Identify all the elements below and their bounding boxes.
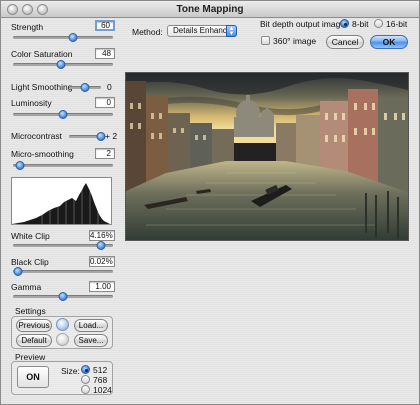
- title-bar: Tone Mapping: [1, 1, 419, 18]
- bit-depth-8bit-label: 8-bit: [352, 19, 369, 29]
- luminosity-slider-thumb[interactable]: [58, 110, 68, 119]
- black-clip-slider[interactable]: [13, 270, 113, 273]
- preview-image[interactable]: [125, 72, 409, 241]
- light-smoothing-value: 0: [107, 82, 112, 92]
- black-clip-label: Black Clip: [11, 257, 49, 267]
- size-512-label: 512: [93, 365, 108, 375]
- tone-mapping-window: Tone Mapping Strength 60 Color Saturatio…: [0, 0, 420, 405]
- size-768-radio[interactable]: [81, 375, 90, 384]
- color-saturation-value-field[interactable]: 48: [95, 48, 115, 59]
- white-clip-slider-thumb[interactable]: [96, 241, 106, 250]
- white-clip-label: White Clip: [11, 231, 50, 241]
- micro-smoothing-label: Micro-smoothing: [11, 149, 74, 159]
- method-select[interactable]: Details Enhancer ▲ ▼: [167, 25, 237, 37]
- ok-button[interactable]: OK: [370, 35, 408, 49]
- strength-slider[interactable]: [13, 36, 113, 39]
- size-1024-label: 1024: [93, 385, 112, 395]
- up-down-arrows-icon: ▲ ▼: [226, 25, 237, 37]
- bit-depth-16bit-radio[interactable]: [374, 19, 383, 28]
- save-button[interactable]: Save...: [74, 334, 108, 347]
- preview-toggle-button[interactable]: ON: [17, 366, 49, 388]
- refresh-icon[interactable]: [56, 318, 69, 331]
- luminosity-value-field[interactable]: 0: [95, 97, 115, 108]
- settings-group-title: Settings: [15, 306, 46, 316]
- luminosity-label: Luminosity: [11, 98, 52, 108]
- gamma-value-field[interactable]: 1.00: [89, 281, 115, 292]
- light-smoothing-label: Light Smoothing: [11, 82, 73, 92]
- microcontrast-label: Microcontrast: [11, 131, 63, 141]
- black-clip-value-field[interactable]: 0.02%: [89, 256, 115, 267]
- 360-image-checkbox[interactable]: [261, 36, 270, 45]
- settings-status-icon: [56, 333, 69, 346]
- load-button[interactable]: Load...: [74, 319, 108, 332]
- window-title: Tone Mapping: [176, 4, 244, 15]
- 360-image-label: 360° image: [273, 36, 317, 46]
- bit-depth-8bit-radio[interactable]: [340, 19, 349, 28]
- method-selected-value: Details Enhancer: [173, 26, 234, 35]
- black-clip-slider-thumb[interactable]: [13, 267, 23, 276]
- strength-label: Strength: [11, 22, 44, 32]
- gamma-slider-thumb[interactable]: [58, 292, 68, 301]
- gamma-label: Gamma: [11, 282, 42, 292]
- strength-slider-thumb[interactable]: [68, 33, 78, 42]
- histogram-graph: [12, 183, 110, 224]
- light-smoothing-slider-thumb[interactable]: [80, 83, 90, 92]
- size-512-radio[interactable]: [81, 365, 90, 374]
- micro-smoothing-value-field[interactable]: 2: [95, 148, 115, 159]
- micro-smoothing-slider[interactable]: [13, 164, 113, 167]
- cancel-button[interactable]: Cancel: [326, 35, 364, 49]
- histogram: [11, 177, 112, 225]
- bit-depth-label: Bit depth output image:: [260, 19, 348, 29]
- size-1024-radio[interactable]: [81, 385, 90, 394]
- bit-depth-16bit-label: 16-bit: [386, 19, 408, 29]
- previous-button[interactable]: Previous: [16, 319, 52, 332]
- method-label: Method:: [132, 27, 163, 37]
- color-saturation-slider-thumb[interactable]: [56, 60, 66, 69]
- default-button[interactable]: Default: [16, 334, 52, 347]
- strength-value-field[interactable]: 60: [95, 20, 115, 31]
- color-saturation-label: Color Saturation: [11, 49, 73, 59]
- white-clip-value-field[interactable]: 4.16%: [89, 230, 115, 241]
- size-768-label: 768: [93, 375, 108, 385]
- preview-image-canvas: [126, 73, 408, 240]
- microcontrast-value: + 2: [105, 131, 118, 141]
- micro-smoothing-slider-thumb[interactable]: [15, 161, 25, 170]
- preview-size-label: Size:: [61, 366, 80, 376]
